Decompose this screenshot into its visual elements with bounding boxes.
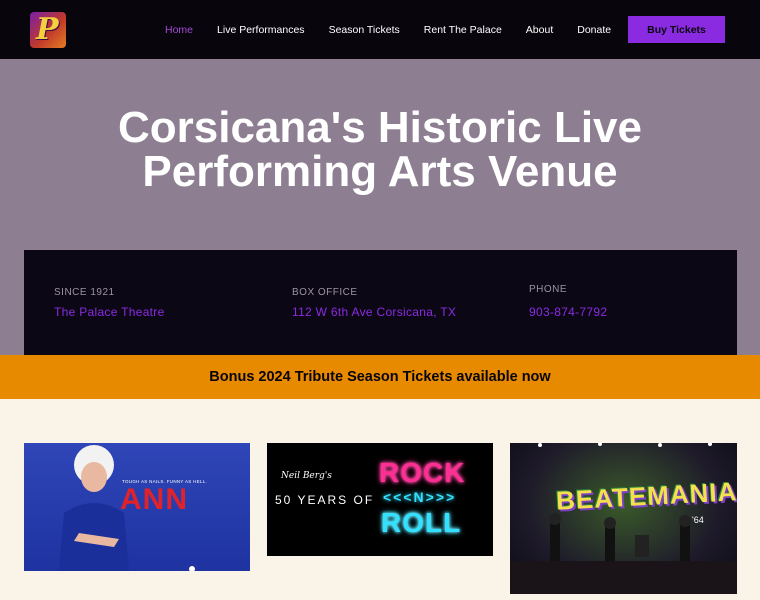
beatemania-suffix: '64 (692, 515, 704, 525)
show-card-beatemania[interactable]: BEATEMANIA '64 (510, 443, 737, 594)
nav-home[interactable]: Home (165, 24, 193, 36)
show-card-ann[interactable]: TOUGH AS NAILS. FUNNY AS HELL. ANN (24, 443, 250, 571)
show-card-rock-n-roll[interactable]: Neil Berg's 50 YEARS OF ROCK <<<N>>> ROL… (267, 443, 493, 556)
rock-line2: <<<N>>> (383, 489, 457, 505)
season-tickets-banner[interactable]: Bonus 2024 Tribute Season Tickets availa… (0, 355, 760, 399)
site-header: P Home Live Performances Season Tickets … (0, 0, 760, 59)
rock-signature: Neil Berg's (281, 471, 332, 481)
info-since-value: The Palace Theatre (54, 305, 165, 319)
venue-info-panel: SINCE 1921 The Palace Theatre BOX OFFICE… (24, 250, 737, 355)
beatemania-stage-floor (510, 561, 737, 594)
rock-line1: ROCK (379, 457, 466, 488)
ann-title: ANN (120, 483, 188, 516)
nav-donate[interactable]: Donate (577, 24, 611, 36)
info-phone-value[interactable]: 903-874-7792 (529, 305, 607, 319)
hero-title-line1: Corsicana's Historic Live (117, 103, 642, 152)
nav-about[interactable]: About (526, 24, 553, 36)
main-nav: Home Live Performances Season Tickets Re… (165, 0, 635, 59)
logo-letter: P (36, 12, 59, 47)
info-box-office-label: BOX OFFICE (292, 287, 358, 298)
buy-tickets-button[interactable]: Buy Tickets (628, 16, 725, 43)
info-phone-label: PHONE (529, 284, 568, 295)
hero-title-line2: Performing Arts Venue (142, 147, 618, 196)
nav-rent-the-palace[interactable]: Rent The Palace (424, 24, 502, 36)
palace-logo[interactable]: P (30, 12, 66, 48)
info-box-office: BOX OFFICE 112 W 6th Ave Corsicana, TX (292, 287, 456, 319)
banner-text: Bonus 2024 Tribute Season Tickets availa… (209, 369, 551, 385)
info-phone: PHONE 903-874-7792 (529, 284, 607, 319)
nav-season-tickets[interactable]: Season Tickets (329, 24, 400, 36)
info-since-label: SINCE 1921 (54, 287, 115, 298)
rock-subtitle: 50 YEARS OF (275, 493, 375, 507)
info-since: SINCE 1921 The Palace Theatre (54, 287, 165, 319)
info-box-office-value[interactable]: 112 W 6th Ave Corsicana, TX (292, 305, 456, 319)
nav-live-performances[interactable]: Live Performances (217, 24, 305, 36)
rock-line3: ROLL (381, 507, 462, 538)
hero-title: Corsicana's Historic Live Performing Art… (60, 106, 700, 194)
